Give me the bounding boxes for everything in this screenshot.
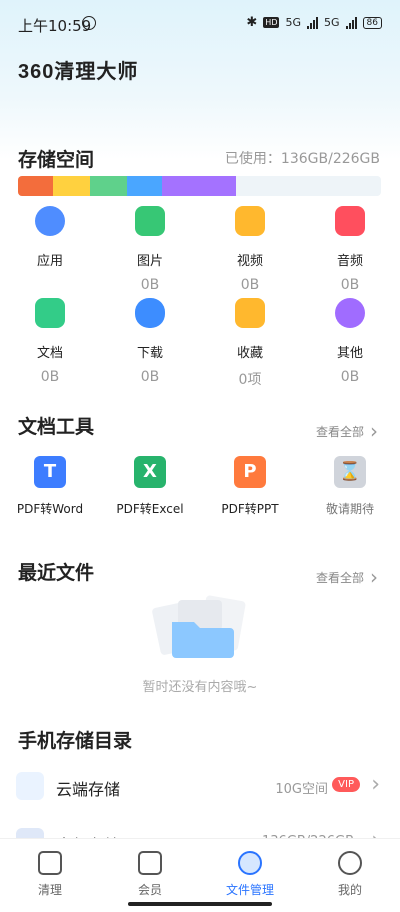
home-indicator [128, 902, 272, 906]
app-logo: 360清理大师 [18, 61, 139, 83]
tool-pdf-to-excel[interactable]: X PDF转Excel [100, 456, 200, 517]
hourglass-icon: ⌛ [334, 456, 366, 488]
empty-folder-illustration [152, 595, 246, 658]
storage-category-grid-2: 文档 0B 下载 0B 收藏 0项 其他 0B [0, 298, 400, 389]
bluetooth-icon: ✱ [246, 15, 258, 30]
network-label-1: 5G [285, 16, 302, 29]
video-icon [235, 206, 265, 236]
chevron-right-icon: › [371, 772, 380, 797]
image-icon [135, 206, 165, 236]
catalog-row-cloud[interactable]: 云端存储 10G空间 VIP › [16, 772, 384, 802]
tool-pdf-to-word[interactable]: T PDF转Word [0, 456, 100, 517]
other-dots-icon [335, 298, 365, 328]
storage-usage: 已使用：136GB/226GB [224, 151, 380, 167]
doc-tools-title: 文档工具 [18, 416, 95, 438]
storage-category-grid: 应用 图片 0B 视频 0B 音频 0B [0, 206, 400, 293]
status-time: 上午10:59 [18, 17, 92, 35]
clean-icon [38, 851, 62, 875]
network-label-2: 5G [324, 16, 340, 29]
doc-tools-grid: T PDF转Word X PDF转Excel P PDF转PPT ⌛ 敬请期待 [0, 456, 400, 517]
hd-badge: HD [263, 17, 280, 28]
bottom-tab-bar: 清理 会员 文件管理 我的 [0, 838, 400, 912]
tool-pdf-to-ppt[interactable]: P PDF转PPT [200, 456, 300, 517]
category-apps[interactable]: 应用 [0, 206, 100, 293]
doc-tools-more-link[interactable]: 查看全部 [316, 417, 378, 441]
download-cloud-icon [135, 298, 165, 328]
pdf-excel-icon: X [134, 456, 166, 488]
catalog-title: 手机存储目录 [18, 730, 133, 752]
battery-icon: 86 [362, 16, 382, 29]
tab-profile[interactable]: 我的 [300, 839, 400, 912]
star-bookmark-icon [235, 298, 265, 328]
storage-usage-fill [18, 176, 236, 196]
tab-clean[interactable]: 清理 [0, 839, 100, 912]
pdf-ppt-icon: P [234, 456, 266, 488]
recent-files-title: 最近文件 [18, 562, 95, 584]
signal-icon-2 [345, 16, 357, 29]
app-hexagon-icon [35, 206, 65, 236]
category-favorites[interactable]: 收藏 0项 [200, 298, 300, 389]
empty-state-text: 暂时还没有内容哦~ [142, 680, 258, 695]
category-other[interactable]: 其他 0B [300, 298, 400, 389]
pdf-word-icon: T [34, 456, 66, 488]
alarm-icon [82, 16, 96, 30]
category-downloads[interactable]: 下载 0B [100, 298, 200, 389]
vip-badge: VIP [332, 777, 360, 792]
storage-usage-bar [18, 176, 381, 196]
signal-icon [307, 16, 319, 29]
category-audio[interactable]: 音频 0B [300, 206, 400, 293]
category-videos[interactable]: 视频 0B [200, 206, 300, 293]
music-icon [335, 206, 365, 236]
document-icon [35, 298, 65, 328]
crown-icon [138, 851, 162, 875]
category-documents[interactable]: 文档 0B [0, 298, 100, 389]
status-bar: 上午10:59 ✱ HD 5G 5G 86 [0, 0, 400, 40]
storage-title: 存储空间 [18, 149, 95, 171]
file-manager-icon [238, 851, 262, 875]
tool-coming-soon: ⌛ 敬请期待 [300, 456, 400, 517]
recent-files-more-link[interactable]: 查看全部 [316, 563, 378, 587]
category-images[interactable]: 图片 0B [100, 206, 200, 293]
cloud-storage-icon [16, 772, 44, 800]
person-icon [338, 851, 362, 875]
